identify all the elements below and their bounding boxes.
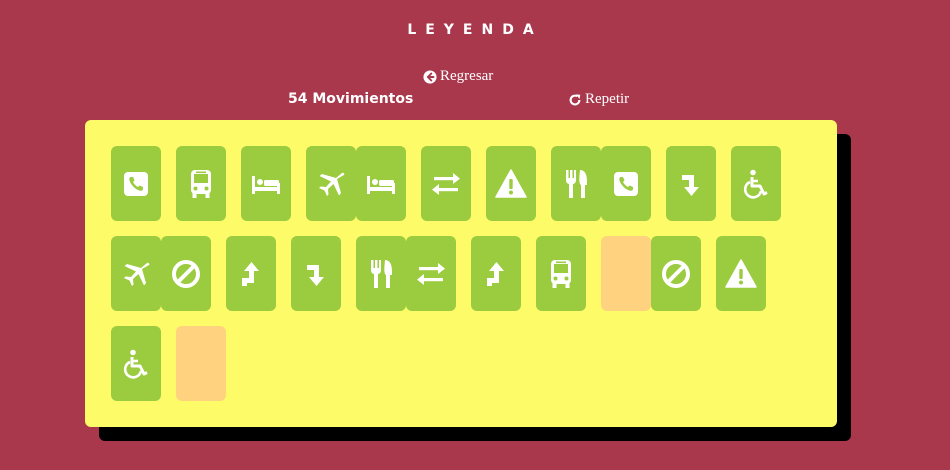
warning-icon (495, 168, 527, 198)
repeat-button[interactable]: Repetir (568, 91, 629, 108)
back-label: Regresar (440, 68, 494, 84)
memory-card[interactable] (161, 236, 211, 311)
cutlery-icon (566, 169, 587, 198)
memory-card[interactable] (551, 146, 601, 221)
memory-card[interactable] (536, 236, 586, 311)
moves-counter: 54 Movimientos (288, 91, 414, 107)
ban-icon (172, 259, 200, 288)
page-title: LEYENDA (407, 22, 543, 38)
bed-icon (252, 175, 280, 194)
memory-card[interactable] (111, 236, 161, 311)
memory-card[interactable] (306, 146, 356, 221)
turn-up-icon (242, 261, 259, 286)
wheelchair-icon (123, 349, 148, 379)
warning-icon (725, 258, 757, 288)
memory-card[interactable] (486, 146, 536, 221)
phone-icon (124, 171, 148, 196)
back-button[interactable]: Regresar (423, 68, 493, 85)
exchange-icon (432, 172, 460, 195)
plane-icon (124, 262, 150, 286)
phone-icon (614, 171, 638, 196)
bed-icon (367, 175, 395, 194)
memory-card[interactable] (176, 146, 226, 221)
memory-card[interactable] (731, 146, 781, 221)
cutlery-icon (371, 259, 392, 288)
memory-card[interactable] (651, 236, 701, 311)
plane-icon (319, 172, 345, 196)
memory-card[interactable] (241, 146, 291, 221)
memory-card[interactable] (356, 146, 406, 221)
exchange-icon (417, 262, 445, 285)
memory-card[interactable] (356, 236, 406, 311)
memory-card[interactable] (471, 236, 521, 311)
memory-card[interactable] (111, 146, 161, 221)
wheelchair-icon (743, 169, 768, 199)
memory-card[interactable] (716, 236, 766, 311)
bus-icon (551, 259, 571, 288)
ban-icon (662, 259, 690, 288)
memory-card[interactable] (421, 146, 471, 221)
bus-icon (191, 169, 211, 198)
memory-card[interactable] (176, 326, 226, 401)
repeat-label: Repetir (585, 91, 630, 107)
memory-card[interactable] (406, 236, 456, 311)
memory-card[interactable] (291, 236, 341, 311)
turn-up-icon (487, 261, 504, 286)
memory-card[interactable] (226, 236, 276, 311)
memory-card[interactable] (601, 146, 651, 221)
memory-card[interactable] (666, 146, 716, 221)
game-board (85, 120, 837, 427)
turn-down-icon (307, 264, 324, 286)
arrow-circle-left-icon (423, 69, 437, 84)
memory-card[interactable] (111, 326, 161, 401)
refresh-icon (569, 93, 581, 105)
memory-card[interactable] (601, 236, 651, 311)
turn-down-icon (682, 174, 699, 196)
